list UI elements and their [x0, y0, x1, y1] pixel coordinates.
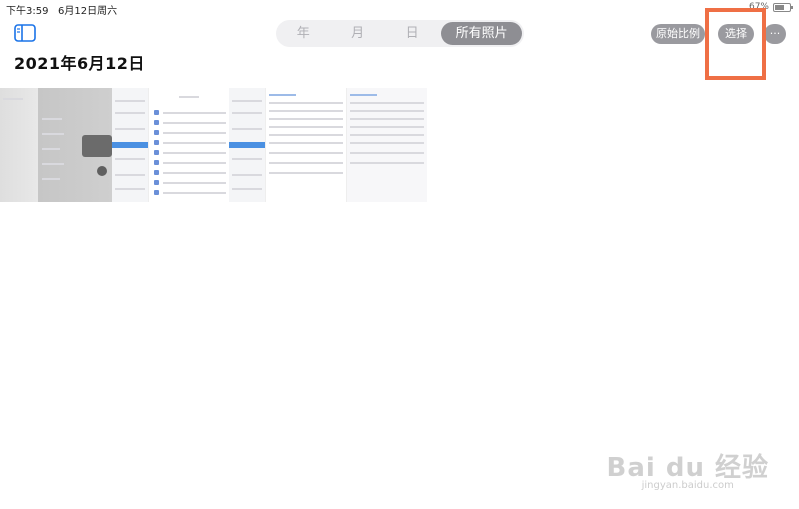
view-segmented-control: 年 月 日 所有照片 — [276, 20, 524, 47]
aspect-ratio-button[interactable]: 原始比例 — [651, 24, 705, 44]
select-highlight-box — [705, 8, 766, 80]
segment-day[interactable]: 日 — [387, 22, 437, 45]
photo-thumbnail[interactable] — [148, 88, 229, 202]
segment-month[interactable]: 月 — [332, 22, 382, 45]
watermark-logo: Bai du 经验 — [606, 453, 769, 483]
more-button[interactable]: ··· — [764, 24, 786, 44]
ellipsis-icon: ··· — [769, 27, 781, 40]
photo-thumbnail[interactable] — [265, 88, 346, 202]
photo-thumbnail[interactable] — [346, 88, 427, 202]
photo-thumbnail[interactable] — [229, 88, 265, 202]
page-title: 2021年6月12日 — [14, 54, 145, 73]
segment-all-photos[interactable]: 所有照片 — [441, 22, 523, 45]
photo-thumbnail[interactable] — [112, 88, 148, 202]
baidu-watermark: Bai du 经验 jingyan.baidu.com — [607, 447, 770, 491]
sidebar-toggle-icon[interactable] — [14, 24, 36, 42]
overlay-dot-icon — [97, 166, 107, 176]
segment-year[interactable]: 年 — [278, 22, 328, 45]
status-time: 下午3:59 6月12日周六 — [6, 6, 118, 17]
overlay-panel — [82, 135, 112, 157]
photo-thumbnail[interactable] — [0, 88, 112, 202]
photo-grid — [0, 88, 427, 202]
battery-icon — [773, 2, 793, 12]
